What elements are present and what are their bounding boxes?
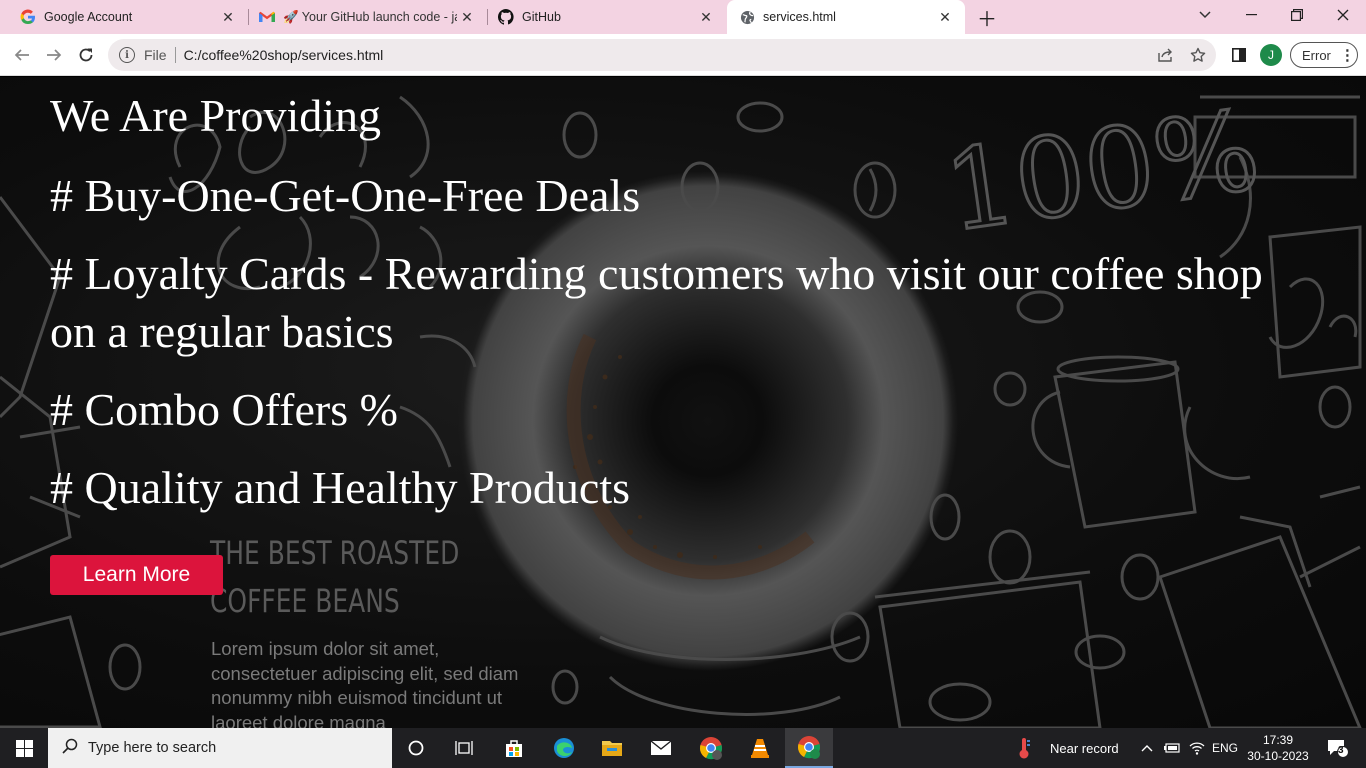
tab-gmail[interactable]: 🚀 Your GitHub launch code - ja ✕ — [249, 0, 487, 34]
windows-start-icon[interactable] — [0, 728, 48, 768]
scheme-label: File — [144, 47, 167, 63]
chrome-profile-icon[interactable] — [687, 728, 735, 768]
gmail-icon — [259, 9, 275, 25]
taskbar-clock[interactable]: 17:39 30-10-2023 — [1240, 732, 1316, 764]
tab-strip: Google Account ✕ 🚀 Your GitHub launch co… — [0, 0, 1366, 34]
service-item: # Combo Offers % — [50, 384, 398, 435]
tab-github[interactable]: GitHub ✕ — [488, 0, 726, 34]
service-item: # Loyalty Cards - Rewarding customers wh… — [50, 248, 1263, 357]
thermometer-icon[interactable] — [1004, 728, 1044, 768]
tab-google-account[interactable]: Google Account ✕ — [0, 0, 248, 34]
clock-time: 17:39 — [1262, 733, 1294, 747]
close-icon[interactable]: ✕ — [457, 7, 477, 27]
back-arrow-icon[interactable] — [8, 41, 36, 69]
forward-arrow-icon[interactable] — [40, 41, 68, 69]
address-bar[interactable]: i File C:/coffee%20shop/services.html — [108, 39, 1216, 71]
share-icon[interactable] — [1157, 46, 1175, 64]
page-title: We Are Providing — [50, 90, 382, 141]
bookmark-star-icon[interactable] — [1189, 46, 1207, 64]
taskbar-search-box[interactable]: Type here to search — [48, 728, 392, 768]
cortana-icon[interactable] — [392, 728, 440, 768]
url-text[interactable]: C:/coffee%20shop/services.html — [184, 47, 384, 63]
search-placeholder: Type here to search — [88, 740, 217, 756]
more-vert-icon: ⋮ — [1339, 46, 1355, 64]
info-icon[interactable]: i — [119, 47, 135, 63]
tab-title: 🚀 Your GitHub launch code - ja — [283, 9, 457, 24]
notification-count: 3 — [1338, 745, 1344, 756]
weather-text[interactable]: Near record — [1050, 741, 1119, 756]
tab-services[interactable]: services.html ✕ — [727, 0, 965, 34]
address-divider — [174, 47, 176, 63]
tab-search-chevron-down-icon[interactable] — [1182, 0, 1228, 30]
tab-title: services.html — [763, 10, 836, 24]
google-icon — [20, 9, 36, 25]
chrome-active-icon[interactable] — [785, 728, 833, 768]
background-headline: THE BEST ROASTED COFFEE BEANS — [210, 529, 459, 625]
browser-toolbar: i File C:/coffee%20shop/services.html J … — [0, 34, 1366, 76]
error-button[interactable]: Error ⋮ — [1290, 42, 1358, 68]
store-icon[interactable] — [490, 728, 538, 768]
notifications-icon[interactable]: 3 — [1318, 728, 1358, 768]
windows-taskbar: Type here to search Near record ENG 17:3… — [0, 728, 1366, 768]
vlc-icon[interactable] — [736, 728, 784, 768]
chevron-up-icon[interactable] — [1136, 728, 1158, 768]
edge-icon[interactable] — [540, 728, 588, 768]
tab-title: Google Account — [44, 10, 133, 24]
search-icon — [62, 738, 78, 758]
github-icon — [498, 9, 514, 25]
tab-title: GitHub — [522, 10, 561, 24]
services-section: We Are Providing # Buy-One-Get-One-Free … — [50, 89, 1290, 537]
background-lorem-text: Lorem ipsum dolor sit amet, consectetuer… — [211, 638, 519, 728]
profile-button[interactable]: J — [1257, 41, 1285, 69]
wifi-icon[interactable] — [1185, 728, 1209, 768]
globe-icon — [739, 9, 755, 25]
side-panel-icon[interactable] — [1225, 41, 1253, 69]
service-item: # Quality and Healthy Products — [50, 462, 631, 513]
learn-more-button[interactable]: Learn More — [50, 555, 223, 595]
minimize-button[interactable] — [1228, 0, 1274, 30]
service-item: # Buy-One-Get-One-Free Deals — [50, 170, 641, 221]
file-explorer-icon[interactable] — [588, 728, 636, 768]
close-icon[interactable]: ✕ — [935, 7, 955, 27]
close-icon[interactable]: ✕ — [696, 7, 716, 27]
new-tab-button[interactable]: ＋ — [975, 5, 999, 31]
reload-icon[interactable] — [72, 41, 100, 69]
close-icon[interactable]: ✕ — [218, 7, 238, 27]
background-headline-line2: COFFEE BEANS — [210, 582, 400, 620]
task-view-icon[interactable] — [440, 728, 488, 768]
close-window-button[interactable] — [1320, 0, 1366, 30]
restore-button[interactable] — [1274, 0, 1320, 30]
avatar: J — [1260, 44, 1282, 66]
clock-date: 30-10-2023 — [1247, 749, 1309, 763]
battery-icon[interactable] — [1160, 728, 1184, 768]
page-viewport: 100% THE BEST ROASTED COFFEE BEANS Lorem… — [0, 77, 1366, 728]
mail-icon[interactable] — [637, 728, 685, 768]
error-label: Error — [1302, 47, 1331, 63]
language-indicator[interactable]: ENG — [1212, 741, 1238, 755]
